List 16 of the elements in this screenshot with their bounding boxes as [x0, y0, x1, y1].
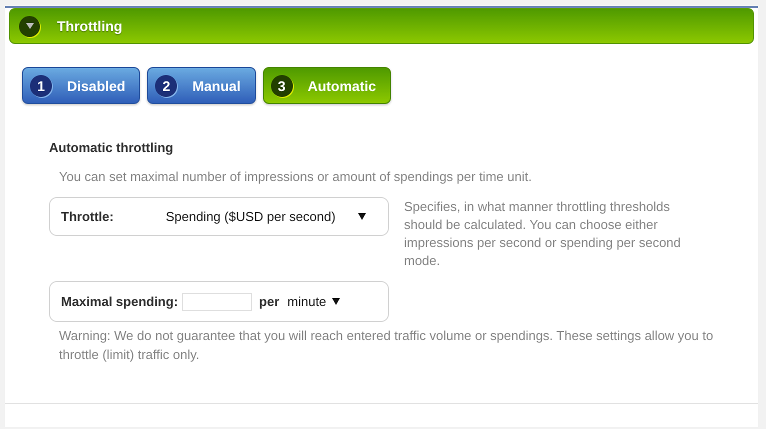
- intro-text: You can set maximal number of impressions or amount of spendings per time unit.: [59, 169, 533, 184]
- caret-icon: [332, 298, 340, 305]
- throttle-select[interactable]: Throttle: Spending ($USD per second): [49, 197, 389, 236]
- step-tab[interactable]: 2 Manual: [147, 67, 256, 104]
- spending-input-field[interactable]: [182, 292, 252, 310]
- caret-icon: [358, 213, 366, 220]
- step-tab[interactable]: 1 Disabled: [22, 67, 140, 104]
- per-label: per: [259, 294, 280, 309]
- panel-title: Throttling: [57, 18, 122, 34]
- section-title: Automatic throttling: [49, 140, 174, 155]
- field-label: Maximal spending:: [61, 294, 178, 309]
- step-tab[interactable]: 3 Automatic: [262, 67, 392, 104]
- warning-text: Warning: We do not guarantee that you will reach entered traffic volume or spendings. These settings allow you to throttle (limit) traffic only.: [59, 327, 714, 364]
- unit-select[interactable]: minute: [287, 294, 340, 309]
- collapse-toggle-icon[interactable]: [19, 16, 40, 36]
- help-text: Specifies, in what manner throttling thresholds should be calculated. You can choose either impressions per second or spending per second mode.: [404, 198, 682, 270]
